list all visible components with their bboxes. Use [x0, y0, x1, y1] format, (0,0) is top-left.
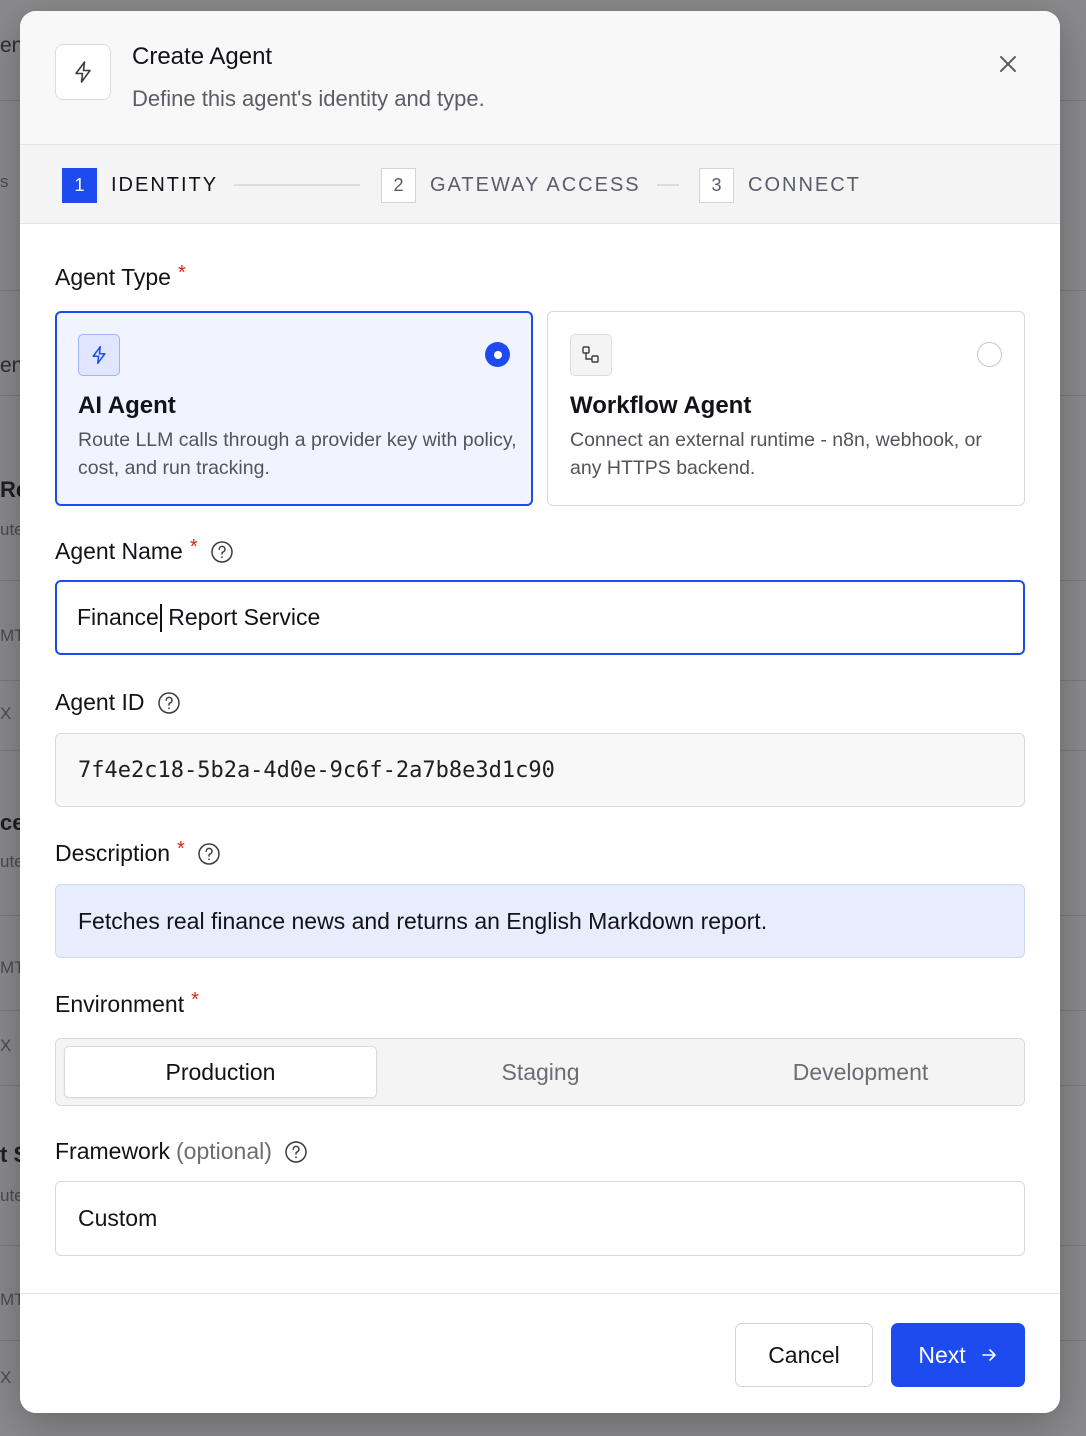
lightning-icon	[55, 44, 111, 100]
step-number: 1	[62, 167, 97, 203]
card-title: Workflow Agent	[570, 392, 752, 419]
environment-label: Environment *	[55, 989, 199, 1018]
label-text: Environment	[55, 991, 185, 1017]
radio-button[interactable]	[977, 342, 1002, 367]
help-circle-icon[interactable]	[157, 691, 181, 715]
input-text: Finance	[77, 604, 159, 630]
agent-id-label: Agent ID	[55, 689, 181, 716]
modal-header: Create Agent Define this agent's identit…	[20, 11, 1060, 145]
step-identity[interactable]: 1 IDENTITY	[62, 167, 218, 203]
agent-name-input[interactable]: Finance Report Service	[55, 580, 1025, 655]
step-connect[interactable]: 3 CONNECT	[699, 167, 861, 203]
close-button[interactable]	[988, 44, 1028, 84]
agent-type-ai-agent-card[interactable]: AI Agent Route LLM calls through a provi…	[55, 311, 533, 506]
card-description: Route LLM calls through a provider key w…	[78, 429, 517, 479]
agent-type-workflow-agent-card[interactable]: Workflow Agent Connect an external runti…	[547, 311, 1025, 506]
modal-subtitle: Define this agent's identity and type.	[132, 86, 485, 111]
step-connector	[234, 184, 360, 186]
step-label: IDENTITY	[111, 173, 219, 196]
stepper: 1 IDENTITY 2 GATEWAY ACCESS 3 CONNECT	[20, 145, 1060, 224]
framework-label: Framework (optional)	[55, 1138, 308, 1165]
bg-text: X	[0, 1036, 12, 1055]
agent-name-label: Agent Name *	[55, 536, 234, 565]
radio-button-selected[interactable]	[485, 342, 510, 367]
modal-footer: Cancel Next	[20, 1293, 1060, 1413]
step-connector	[657, 184, 679, 186]
required-mark: *	[191, 989, 199, 1011]
bg-text: s	[0, 172, 9, 191]
modal-title: Create Agent	[132, 43, 273, 70]
help-circle-icon[interactable]	[210, 540, 234, 564]
button-label: Next	[918, 1341, 966, 1368]
step-gateway-access[interactable]: 2 GATEWAY ACCESS	[381, 167, 641, 203]
agent-type-label: Agent Type *	[55, 262, 186, 291]
bg-text: X	[0, 1368, 12, 1387]
next-button[interactable]: Next	[891, 1323, 1025, 1387]
optional-text: (optional)	[176, 1138, 272, 1164]
lightning-icon	[78, 334, 120, 376]
environment-option-staging[interactable]: Staging	[384, 1046, 697, 1098]
description-label: Description *	[55, 838, 221, 867]
label-text: Agent Type	[55, 264, 171, 290]
description-input[interactable]: Fetches real finance news and returns an…	[55, 884, 1025, 958]
agent-id-field[interactable]: 7f4e2c18-5b2a-4d0e-9c6f-2a7b8e3d1c90	[55, 733, 1025, 807]
help-circle-icon[interactable]	[197, 842, 221, 866]
label-text: Agent ID	[55, 689, 145, 715]
step-label: CONNECT	[748, 173, 861, 196]
required-mark: *	[177, 262, 186, 284]
close-icon	[1000, 56, 1016, 72]
card-title: AI Agent	[78, 392, 176, 419]
workflow-icon	[570, 334, 612, 376]
environment-option-production[interactable]: Production	[64, 1046, 377, 1098]
create-agent-modal: Create Agent Define this agent's identit…	[20, 11, 1060, 1413]
step-number: 3	[699, 167, 734, 203]
environment-option-development[interactable]: Development	[704, 1046, 1017, 1098]
required-mark: *	[177, 838, 185, 860]
label-text: Framework	[55, 1138, 171, 1164]
input-text: Report Service	[161, 604, 321, 630]
card-description: Connect an external runtime - n8n, webho…	[570, 429, 982, 479]
step-label: GATEWAY ACCESS	[430, 173, 641, 196]
required-mark: *	[189, 536, 198, 558]
cancel-button[interactable]: Cancel	[735, 1323, 873, 1387]
framework-input[interactable]: Custom	[55, 1181, 1025, 1256]
bg-text: X	[0, 704, 12, 723]
environment-segmented-control: Production Staging Development	[55, 1038, 1025, 1106]
label-text: Description	[55, 840, 171, 866]
arrow-right-icon	[980, 1346, 998, 1364]
step-number: 2	[381, 167, 416, 203]
label-text: Agent Name	[55, 538, 183, 564]
help-circle-icon[interactable]	[284, 1140, 308, 1164]
